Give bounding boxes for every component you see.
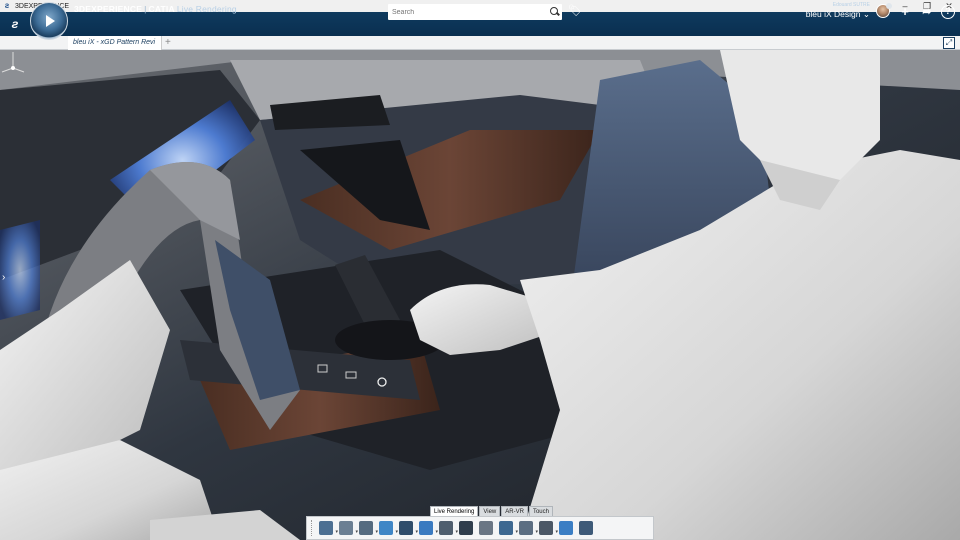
- render-scene: [0, 50, 960, 540]
- share-button[interactable]: ➦: [920, 5, 934, 19]
- display-settings-tool-button[interactable]: ▾: [497, 519, 518, 537]
- help-icon: [539, 521, 553, 535]
- settings-icon: [479, 521, 493, 535]
- notification-badge: [886, 3, 892, 9]
- user-block[interactable]: Edouard SUTRE bleu iX Design ⌄: [806, 2, 870, 20]
- camera-stage-icon: [359, 521, 373, 535]
- image-tool-button[interactable]: ▾: [337, 519, 358, 537]
- camera-icon: [439, 521, 453, 535]
- action-bar: ▾ ▾ ▾ ▾ ▾ ▾ ▾ ▾ ▾ ▾: [306, 516, 654, 540]
- lens-tool-button[interactable]: [457, 519, 475, 537]
- help-tool-button[interactable]: ▾: [537, 519, 558, 537]
- chevron-down-icon: ⌄: [862, 9, 870, 19]
- 3d-viewport[interactable]: ›: [0, 50, 960, 540]
- lighting-icon: [419, 521, 433, 535]
- tree-tool-button[interactable]: [577, 519, 595, 537]
- lighting-tool-button[interactable]: ▾: [417, 519, 438, 537]
- tab-bar: bleu iX - xGD Pattern Revi + ⤢: [0, 36, 960, 50]
- action-tab-view[interactable]: View: [479, 506, 501, 516]
- environment-icon: [399, 521, 413, 535]
- action-tab-touch[interactable]: Touch: [528, 506, 553, 516]
- help-button[interactable]: ?: [941, 5, 955, 19]
- brand-role: Live Rendering: [176, 4, 237, 14]
- settings-tool-button[interactable]: [477, 519, 495, 537]
- search-input[interactable]: [388, 8, 548, 16]
- advanced-settings-tool-button[interactable]: ▾: [517, 519, 538, 537]
- brand-separator: |: [144, 4, 147, 14]
- material-library-tool-button[interactable]: [557, 519, 575, 537]
- workspace-name: bleu iX Design: [805, 9, 861, 19]
- advanced-settings-icon: [519, 521, 533, 535]
- add-tab-button[interactable]: +: [165, 37, 171, 48]
- brand-main: 3DEXPERIENCE: [74, 4, 143, 14]
- workspace-selector[interactable]: bleu iX Design ⌄: [806, 9, 870, 20]
- tab-active-document[interactable]: bleu iX - xGD Pattern Revi: [68, 36, 162, 50]
- search-box: [388, 4, 562, 20]
- play-icon: [46, 15, 55, 27]
- user-name: Edouard SUTRE: [832, 2, 870, 8]
- camera-stage-tool-button[interactable]: ▾: [357, 519, 378, 537]
- axis-compass-icon[interactable]: [0, 50, 26, 74]
- dassault-logo-icon[interactable]: ƨ: [4, 13, 26, 35]
- render-snapshot-icon: [319, 521, 333, 535]
- tag-icon[interactable]: 🏷: [568, 5, 582, 17]
- search-icon[interactable]: [548, 5, 562, 19]
- lens-icon: [459, 521, 473, 535]
- add-button[interactable]: +: [898, 5, 912, 19]
- brand-title: 3DEXPERIENCE | CATIA Live Rendering: [74, 4, 237, 14]
- brand-app: CATIA: [148, 4, 175, 14]
- action-tab-live-rendering[interactable]: Live Rendering: [430, 506, 479, 516]
- environment-tool-button[interactable]: ▾: [397, 519, 418, 537]
- render-snapshot-tool-button[interactable]: ▾: [317, 519, 338, 537]
- spheres-tool-button[interactable]: ▾: [377, 519, 398, 537]
- tree-icon: [579, 521, 593, 535]
- action-tab-ar-vr[interactable]: AR-VR: [501, 506, 528, 516]
- app-logo-icon: ƨ: [4, 1, 10, 10]
- camera-tool-button[interactable]: ▾: [437, 519, 458, 537]
- display-settings-icon: [499, 521, 513, 535]
- compass-icon[interactable]: [30, 2, 68, 40]
- spheres-icon: [379, 521, 393, 535]
- fullscreen-button[interactable]: ⤢: [943, 37, 955, 49]
- side-panel-toggle[interactable]: ›: [2, 272, 5, 283]
- action-bar-grip[interactable]: [311, 520, 314, 536]
- image-icon: [339, 521, 353, 535]
- material-library-icon: [559, 521, 573, 535]
- action-bar-tabs: Live Rendering View AR-VR Touch: [430, 506, 554, 516]
